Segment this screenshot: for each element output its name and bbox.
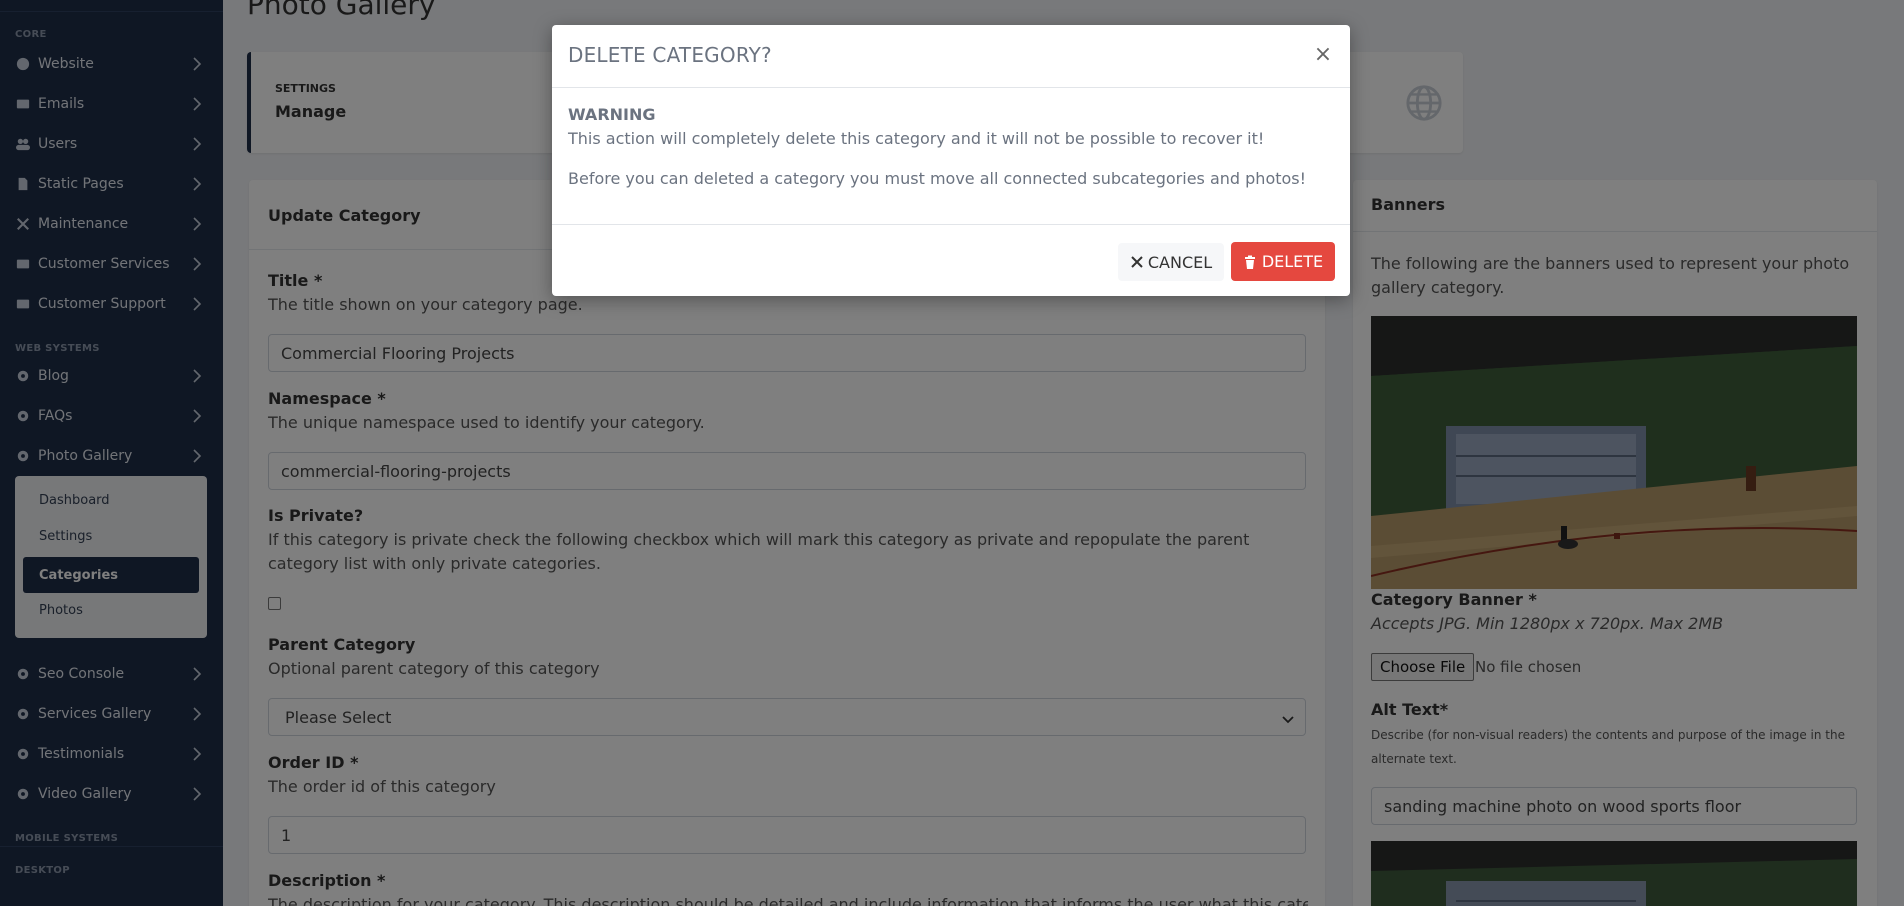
modal-footer: CANCEL DELETE — [552, 224, 1350, 296]
warning-line-2: Before you can deleted a category you mu… — [568, 169, 1307, 188]
delete-button-label: DELETE — [1261, 252, 1324, 271]
delete-category-modal: DELETE CATEGORY? × WARNING This action w… — [552, 25, 1350, 296]
modal-title: DELETE CATEGORY? — [568, 43, 772, 67]
times-icon — [1131, 256, 1143, 268]
cancel-button-label: CANCEL — [1147, 252, 1213, 272]
close-icon[interactable]: × — [1312, 42, 1334, 67]
delete-button[interactable]: DELETE — [1231, 242, 1335, 281]
warning-title: WARNING — [568, 105, 656, 124]
cancel-button[interactable]: CANCEL — [1118, 243, 1224, 281]
modal-header: DELETE CATEGORY? × — [552, 25, 1350, 88]
warning-line-1: This action will completely delete this … — [568, 129, 1265, 148]
trash-icon — [1244, 255, 1255, 269]
